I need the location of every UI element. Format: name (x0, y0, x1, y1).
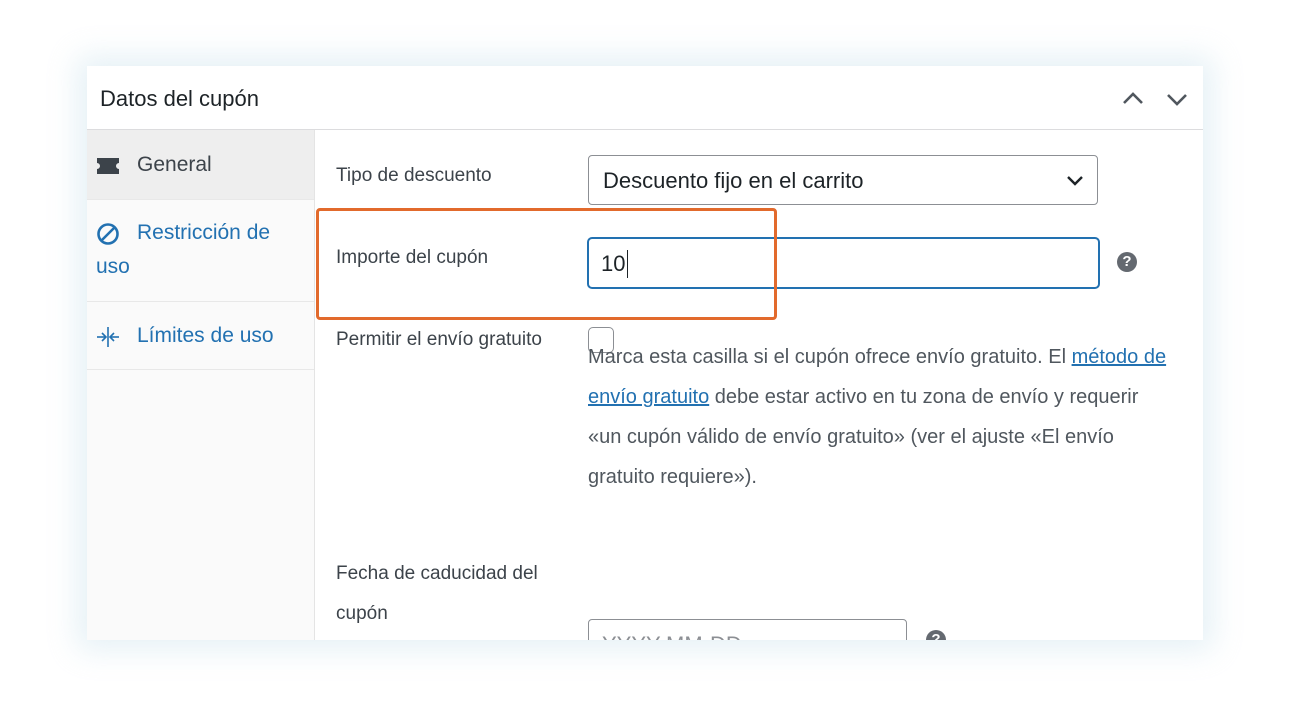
tab-usage-limits[interactable]: Límites de uso (87, 302, 314, 370)
expiry-date-placeholder: YYYY-MM-DD (602, 632, 742, 640)
chevron-down-icon[interactable] (1164, 86, 1190, 112)
discount-type-value: Descuento fijo en el carrito (603, 168, 864, 193)
description-text: Marca esta casilla si el cupón ofrece en… (588, 346, 1072, 368)
coupon-amount-input[interactable]: 10 (587, 237, 1100, 289)
tab-usage-restriction-label: Restricción de uso (96, 221, 271, 278)
coupon-amount-label: Importe del cupón (336, 247, 489, 268)
coupon-amount-value: 10 (601, 251, 626, 276)
discount-type-label: Tipo de descuento (336, 165, 492, 186)
text-caret (627, 250, 628, 278)
panel-header: Datos del cupón (87, 66, 1203, 130)
ticket-icon (96, 153, 120, 187)
description-text: debe estar activo en tu zona de envío y … (709, 386, 1139, 408)
free-shipping-method-link[interactable]: método de (1072, 346, 1167, 368)
free-shipping-method-link-cont[interactable]: envío gratuito (588, 386, 709, 408)
expiry-date-input[interactable]: YYYY-MM-DD (588, 619, 907, 640)
coupon-tabs-sidebar: General Restricción de uso Límites de us… (87, 130, 315, 640)
chevron-up-icon[interactable] (1120, 86, 1146, 112)
expiry-date-label-line2: cupón (336, 603, 388, 624)
coupon-data-panel: Datos del cupón General Restricción de u… (87, 66, 1203, 640)
tab-general[interactable]: General (87, 130, 314, 200)
description-line-3: «un cupón válido de envío gratuito» (ver… (588, 426, 1114, 448)
free-shipping-label: Permitir el envío gratuito (336, 329, 542, 350)
chevron-down-icon (1065, 171, 1085, 194)
description-line-4: gratuito requiere»). (588, 466, 757, 488)
tab-usage-restriction[interactable]: Restricción de uso (87, 200, 314, 302)
tab-usage-limits-label: Límites de uso (137, 324, 274, 347)
expiry-date-label-line1: Fecha de caducidad del (336, 563, 538, 584)
discount-type-select[interactable]: Descuento fijo en el carrito (588, 155, 1098, 205)
help-icon[interactable]: ? (1117, 252, 1137, 272)
description-line-2: envío gratuito debe estar activo en tu z… (588, 377, 1138, 417)
panel-title: Datos del cupón (100, 86, 259, 111)
arrows-in-icon (96, 325, 120, 359)
tab-general-label: General (137, 153, 212, 176)
description-line-1: Marca esta casilla si el cupón ofrece en… (588, 337, 1166, 377)
